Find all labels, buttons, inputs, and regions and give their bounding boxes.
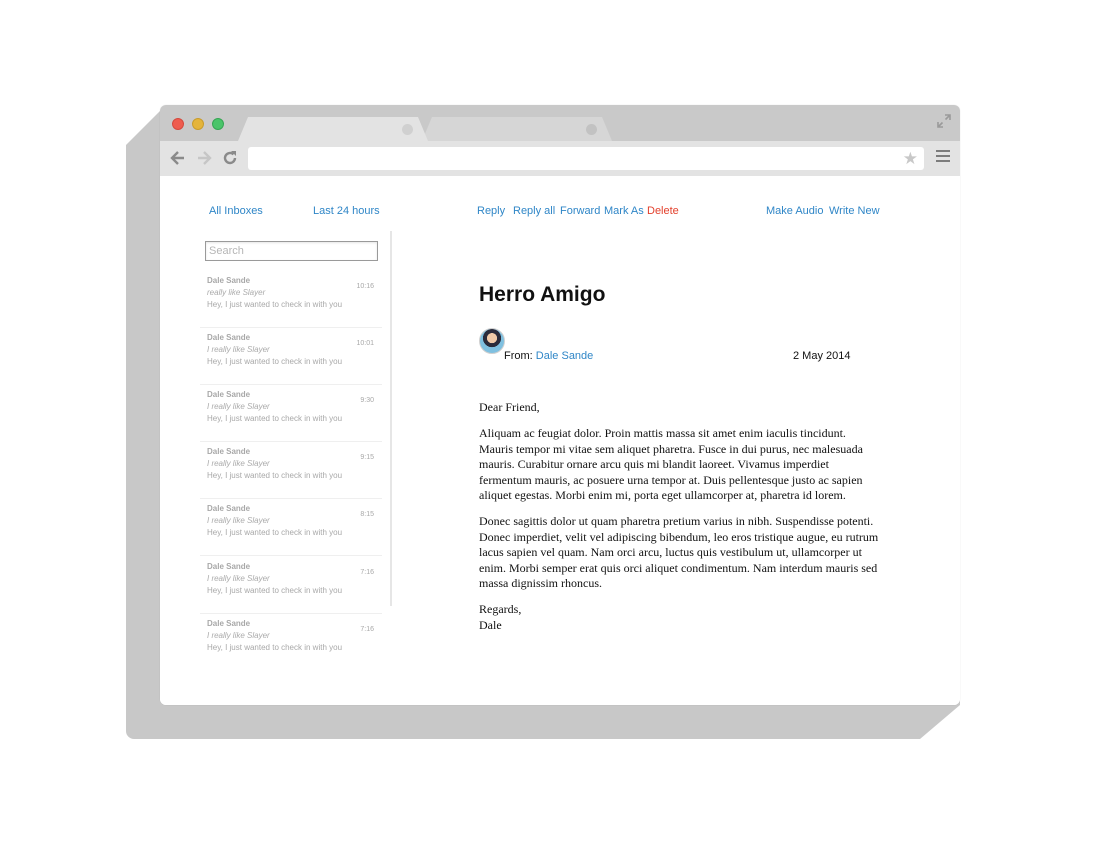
message-from: Dale Sande bbox=[207, 276, 251, 285]
message-from: Dale Sande bbox=[207, 562, 251, 571]
tab-close-icon[interactable] bbox=[586, 124, 597, 135]
message-from: Dale Sande bbox=[207, 447, 251, 456]
message-paragraph: Donec sagittis dolor ut quam pharetra pr… bbox=[479, 514, 879, 591]
message-time: 10:16 bbox=[356, 283, 374, 290]
close-window-button[interactable] bbox=[172, 118, 184, 130]
message-greeting: Dear Friend, bbox=[479, 400, 540, 414]
list-item[interactable]: Dale Sande I really like Slayer Hey, I j… bbox=[200, 613, 382, 670]
message-subject: I really like Slayer bbox=[207, 459, 270, 468]
browser-tab-2[interactable] bbox=[422, 117, 612, 141]
minimize-window-button[interactable] bbox=[192, 118, 204, 130]
list-item[interactable]: Dale Sande I really like Slayer Hey, I j… bbox=[200, 327, 382, 385]
last-24-hours-link[interactable]: Last 24 hours bbox=[313, 205, 380, 217]
message-date: 2 May 2014 bbox=[793, 350, 851, 362]
message-preview: Hey, I just wanted to check in with you bbox=[207, 528, 343, 537]
message-from: Dale Sande bbox=[207, 390, 251, 399]
search-input[interactable] bbox=[205, 241, 378, 261]
message-subject: I really like Slayer bbox=[207, 516, 270, 525]
message-from-line: From: Dale Sande bbox=[504, 350, 593, 362]
message-time: 7:16 bbox=[360, 569, 374, 576]
message-closing: Regards, bbox=[479, 602, 522, 617]
back-icon[interactable] bbox=[168, 148, 188, 168]
message-preview: Hey, I just wanted to check in with you bbox=[207, 471, 343, 480]
star-icon[interactable]: ★ bbox=[903, 148, 918, 170]
message-time: 10:01 bbox=[356, 340, 374, 347]
message-subject: I really like Slayer bbox=[207, 345, 270, 354]
from-label: From: bbox=[504, 350, 533, 362]
message-time: 9:30 bbox=[360, 397, 374, 404]
message-subject: I really like Slayer bbox=[207, 631, 270, 640]
browser-tab-1[interactable] bbox=[238, 117, 428, 141]
mail-app: All Inboxes Last 24 hours Reply Reply al… bbox=[160, 176, 960, 705]
message-from: Dale Sande bbox=[207, 504, 251, 513]
avatar bbox=[479, 328, 505, 354]
message-title: Herro Amigo bbox=[479, 283, 606, 306]
message-from: Dale Sande bbox=[207, 333, 251, 342]
message-preview: Hey, I just wanted to check in with you bbox=[207, 300, 343, 309]
message-subject: really like Slayer bbox=[207, 288, 266, 297]
all-inboxes-link[interactable]: All Inboxes bbox=[209, 205, 263, 217]
delete-button[interactable]: Delete bbox=[647, 205, 679, 217]
message-subject: I really like Slayer bbox=[207, 402, 270, 411]
address-bar[interactable]: ★ bbox=[248, 147, 924, 170]
message-time: 9:15 bbox=[360, 454, 374, 461]
write-new-button[interactable]: Write New bbox=[829, 205, 880, 217]
message-subject: I really like Slayer bbox=[207, 574, 270, 583]
message-body: Dear Friend, Aliquam ac feugiat dolor. P… bbox=[479, 400, 879, 633]
message-preview: Hey, I just wanted to check in with you bbox=[207, 643, 343, 652]
browser-toolbar: ★ bbox=[160, 141, 960, 176]
list-item[interactable]: Dale Sande I really like Slayer Hey, I j… bbox=[200, 556, 382, 614]
message-preview: Hey, I just wanted to check in with you bbox=[207, 586, 343, 595]
message-preview: Hey, I just wanted to check in with you bbox=[207, 357, 343, 366]
list-item[interactable]: Dale Sande really like Slayer Hey, I jus… bbox=[200, 270, 382, 328]
forward-button[interactable]: Forward bbox=[560, 205, 600, 217]
list-item[interactable]: Dale Sande I really like Slayer Hey, I j… bbox=[200, 384, 382, 442]
message-signature: Dale bbox=[479, 617, 502, 632]
expand-icon[interactable] bbox=[936, 113, 952, 129]
reply-button[interactable]: Reply bbox=[477, 205, 505, 217]
reply-all-button[interactable]: Reply all bbox=[513, 205, 555, 217]
message-preview: Hey, I just wanted to check in with you bbox=[207, 414, 343, 423]
message-time: 8:15 bbox=[360, 511, 374, 518]
make-audio-button[interactable]: Make Audio bbox=[766, 205, 823, 217]
sender-link[interactable]: Dale Sande bbox=[536, 350, 594, 362]
tab-close-icon[interactable] bbox=[402, 124, 413, 135]
maximize-window-button[interactable] bbox=[212, 118, 224, 130]
title-bar bbox=[160, 105, 960, 141]
message-list: Dale Sande really like Slayer Hey, I jus… bbox=[200, 231, 392, 652]
reload-icon[interactable] bbox=[220, 148, 240, 168]
message-from: Dale Sande bbox=[207, 619, 251, 628]
browser-window: ★ All Inboxes Last 24 hours Reply Reply … bbox=[160, 105, 960, 705]
mark-as-button[interactable]: Mark As bbox=[604, 205, 644, 217]
menu-icon[interactable] bbox=[936, 150, 950, 166]
forward-icon[interactable] bbox=[194, 148, 214, 168]
message-paragraph: Aliquam ac feugiat dolor. Proin mattis m… bbox=[479, 426, 863, 503]
message-time: 7:16 bbox=[360, 626, 374, 633]
list-item[interactable]: Dale Sande I really like Slayer Hey, I j… bbox=[200, 498, 382, 556]
list-item[interactable]: Dale Sande I really like Slayer Hey, I j… bbox=[200, 441, 382, 499]
